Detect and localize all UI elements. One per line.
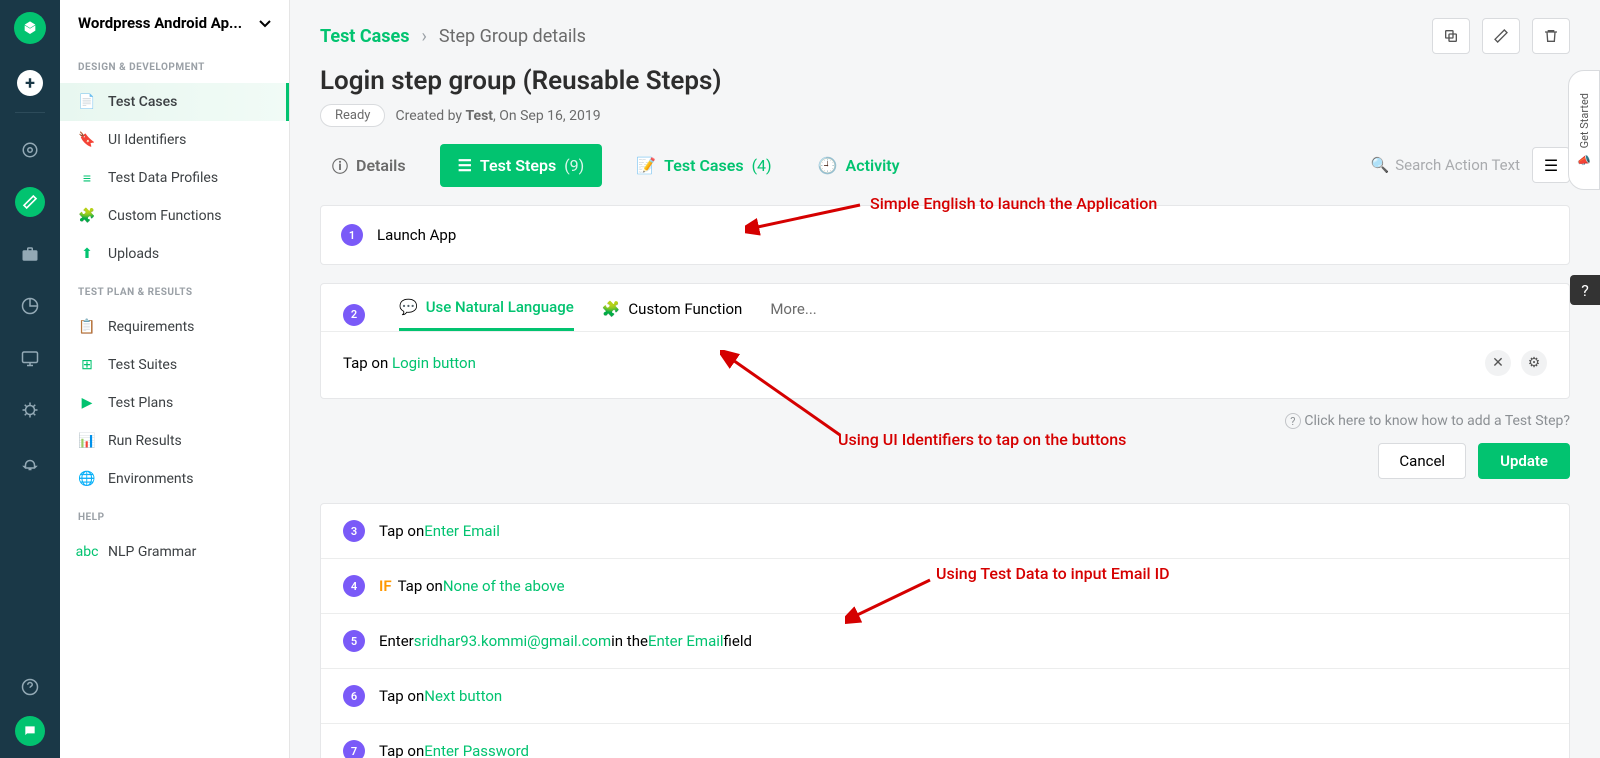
ui-identifiers-icon: 🔖 <box>78 131 96 149</box>
custom-functions-icon: 🧩 <box>78 207 96 225</box>
data-profiles-icon: ≡ <box>78 169 96 187</box>
step-row[interactable]: 7Tap on Enter Password <box>321 724 1569 758</box>
status-chip: Ready <box>320 104 385 127</box>
clock-icon: 🕘 <box>818 156 838 175</box>
close-icon[interactable]: ✕ <box>1485 350 1511 376</box>
get-started-panel[interactable]: Get Started 📣 <box>1568 70 1600 190</box>
dashboard-icon[interactable] <box>15 135 45 165</box>
nav-environments[interactable]: 🌐Environments <box>60 460 289 498</box>
requirements-icon: 📋 <box>78 318 96 336</box>
rail-divider <box>15 112 45 113</box>
editor-tab-more[interactable]: More... <box>770 300 816 330</box>
monitor-icon[interactable] <box>15 343 45 373</box>
test-plans-icon: ▶ <box>78 394 96 412</box>
project-selector[interactable]: Wordpress Android Ap... <box>60 14 289 48</box>
megaphone-icon: 📣 <box>1577 154 1591 167</box>
breadcrumb-root[interactable]: Test Cases <box>320 26 410 47</box>
search-icon: 🔍 <box>1371 156 1390 174</box>
app-logo <box>14 12 46 44</box>
step-row[interactable]: 6Tap on Next button <box>321 669 1569 724</box>
question-icon: ? <box>1285 413 1301 429</box>
step-number: 2 <box>343 304 365 326</box>
edit-icon[interactable] <box>15 187 45 217</box>
chevron-right-icon: › <box>422 26 427 47</box>
bell-icon[interactable] <box>15 447 45 477</box>
help-float-button[interactable]: ? <box>1570 275 1600 305</box>
breadcrumb-current: Step Group details <box>439 26 586 47</box>
nav-run-results[interactable]: 📊Run Results <box>60 422 289 460</box>
main-content: Test Cases › Step Group details Login st… <box>290 0 1600 758</box>
cancel-button[interactable]: Cancel <box>1378 443 1466 479</box>
bug-icon[interactable] <box>15 395 45 425</box>
step-row[interactable]: 4IF Tap on None of the above <box>321 559 1569 614</box>
breadcrumb: Test Cases › Step Group details <box>320 26 586 47</box>
nlp-grammar-icon: abc <box>78 543 96 561</box>
info-icon: ⓘ <box>332 153 348 177</box>
tab-test-steps[interactable]: ☰Test Steps (9) <box>440 144 603 187</box>
created-by: Created by Test, On Sep 16, 2019 <box>395 108 600 124</box>
steps-list: 3Tap on Enter Email 4IF Tap on None of t… <box>320 503 1570 758</box>
nav-uploads[interactable]: ⬆Uploads <box>60 235 289 273</box>
puzzle-icon: 🧩 <box>602 300 621 318</box>
step-row[interactable]: 5Enter sridhar93.kommi@gmail.com in the … <box>321 614 1569 669</box>
section-design: DESIGN & DEVELOPMENT <box>60 48 289 83</box>
dropdown-caret-icon <box>257 14 271 32</box>
reports-icon[interactable] <box>15 291 45 321</box>
search-input[interactable]: 🔍Search Action Text <box>1371 156 1520 174</box>
nav-test-cases[interactable]: 📄Test Cases <box>60 83 289 121</box>
delete-button[interactable] <box>1532 18 1570 54</box>
section-help: HELP <box>60 498 289 533</box>
edit-button[interactable] <box>1482 18 1520 54</box>
help-hint[interactable]: ? Click here to know how to add a Test S… <box>290 409 1600 443</box>
run-results-icon: 📊 <box>78 432 96 450</box>
tab-details[interactable]: ⓘDetails <box>320 143 418 187</box>
test-cases-icon: 📄 <box>78 93 96 111</box>
step-row[interactable]: 3Tap on Enter Email <box>321 504 1569 559</box>
copy-button[interactable] <box>1432 18 1470 54</box>
step-2-editor: 2 💬Use Natural Language 🧩Custom Function… <box>320 283 1570 399</box>
uploads-icon: ⬆ <box>78 245 96 263</box>
update-button[interactable]: Update <box>1478 443 1570 479</box>
nav-requirements[interactable]: 📋Requirements <box>60 308 289 346</box>
test-suites-icon: ⊞ <box>78 356 96 374</box>
nav-custom-functions[interactable]: 🧩Custom Functions <box>60 197 289 235</box>
step-1-card[interactable]: 1 Launch App <box>320 205 1570 265</box>
step-action-text[interactable]: Tap on Login button <box>343 354 476 372</box>
sidebar: Wordpress Android Ap... DESIGN & DEVELOP… <box>60 0 290 758</box>
project-name: Wordpress Android Ap... <box>78 14 242 32</box>
check-doc-icon: 📝 <box>636 156 656 175</box>
icon-rail: + <box>0 0 60 758</box>
editor-tab-natural[interactable]: 💬Use Natural Language <box>399 298 574 331</box>
help-icon[interactable] <box>15 672 45 702</box>
nav-ui-identifiers[interactable]: 🔖UI Identifiers <box>60 121 289 159</box>
hamburger-button[interactable]: ☰ <box>1532 147 1570 183</box>
gear-icon[interactable]: ⚙ <box>1521 350 1547 376</box>
add-button[interactable]: + <box>17 70 43 96</box>
briefcase-icon[interactable] <box>15 239 45 269</box>
editor-tab-custom[interactable]: 🧩Custom Function <box>602 300 743 330</box>
tab-activity[interactable]: 🕘Activity <box>806 146 912 185</box>
step-number: 1 <box>341 224 363 246</box>
environments-icon: 🌐 <box>78 470 96 488</box>
section-plan: TEST PLAN & RESULTS <box>60 273 289 308</box>
nav-test-suites[interactable]: ⊞Test Suites <box>60 346 289 384</box>
chat-icon[interactable] <box>15 716 45 746</box>
step-text: Launch App <box>377 226 456 244</box>
page-title: Login step group (Reusable Steps) <box>320 66 1570 96</box>
nav-nlp-grammar[interactable]: abcNLP Grammar <box>60 533 289 571</box>
list-icon: ☰ <box>458 156 472 175</box>
nav-test-data-profiles[interactable]: ≡Test Data Profiles <box>60 159 289 197</box>
tab-test-cases[interactable]: 📝Test Cases (4) <box>624 146 783 185</box>
nav-test-plans[interactable]: ▶Test Plans <box>60 384 289 422</box>
message-icon: 💬 <box>399 298 418 316</box>
